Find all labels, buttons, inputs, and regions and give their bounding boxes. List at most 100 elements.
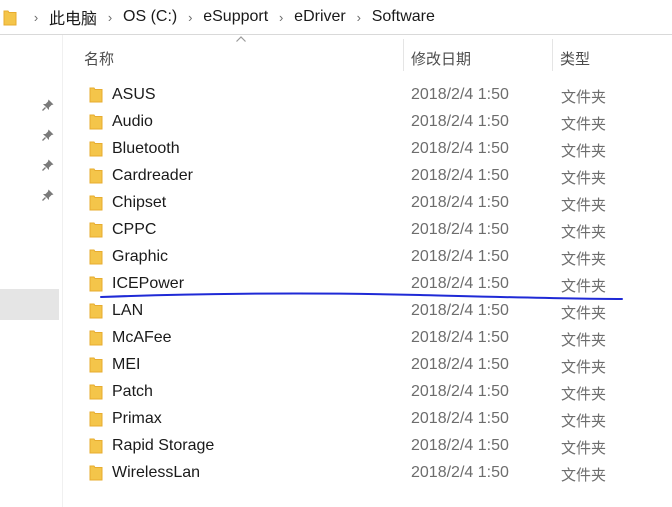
file-name[interactable]: Cardreader [112,167,193,185]
file-type: 文件夹 [561,89,607,106]
file-modified-date: 2018/2/4 1:50 [411,383,509,400]
table-row[interactable]: Cardreader 2018/2/4 1:50 文件夹 [82,162,642,189]
nav-item-selected[interactable] [0,289,59,320]
breadcrumb-item-edriver[interactable]: eDriver [294,8,346,26]
folder-icon [89,168,103,184]
folder-icon [89,114,103,130]
column-divider[interactable] [403,39,404,71]
folder-icon [89,87,103,103]
file-name[interactable]: ICEPower [112,275,184,293]
file-modified-date: 2018/2/4 1:50 [411,302,509,319]
column-header-name[interactable]: 名称 [84,48,114,69]
file-name[interactable]: McAFee [112,329,172,347]
file-type: 文件夹 [561,386,607,403]
file-modified-date: 2018/2/4 1:50 [411,167,509,184]
breadcrumb-item-software[interactable]: Software [372,8,435,26]
navigation-pane[interactable] [0,35,63,507]
file-name[interactable]: Patch [112,383,153,401]
file-modified-date: 2018/2/4 1:50 [411,221,509,238]
file-type: 文件夹 [561,251,607,268]
file-modified-date: 2018/2/4 1:50 [411,194,509,211]
column-header-modified[interactable]: 修改日期 [411,48,471,69]
file-modified-date: 2018/2/4 1:50 [411,329,509,346]
breadcrumb-item-os-drive[interactable]: OS (C:) [123,8,177,26]
file-name[interactable]: Audio [112,113,153,131]
file-name[interactable]: Rapid Storage [112,437,214,455]
chevron-right-icon[interactable]: › [355,10,363,25]
breadcrumb-item-this-pc[interactable]: 此电脑 [49,5,97,29]
table-row[interactable]: CPPC 2018/2/4 1:50 文件夹 [82,216,642,243]
file-type: 文件夹 [561,332,607,349]
column-header-row: 名称 修改日期 类型 [62,35,672,75]
file-name[interactable]: Bluetooth [112,140,180,158]
table-row[interactable]: McAFee 2018/2/4 1:50 文件夹 [82,324,642,351]
file-list: ASUS 2018/2/4 1:50 文件夹 Audio 2018/2/4 1:50 文件… [62,80,672,500]
file-type: 文件夹 [561,116,607,133]
folder-icon [89,357,103,373]
file-modified-date: 2018/2/4 1:50 [411,464,509,481]
pin-icon[interactable] [41,128,55,142]
table-row[interactable]: Graphic 2018/2/4 1:50 文件夹 [82,243,642,270]
file-name[interactable]: Primax [112,410,162,428]
file-type: 文件夹 [561,170,607,187]
file-type: 文件夹 [561,197,607,214]
file-name[interactable]: WirelessLan [112,464,200,482]
file-modified-date: 2018/2/4 1:50 [411,248,509,265]
column-divider[interactable] [552,39,553,71]
table-row[interactable]: Primax 2018/2/4 1:50 文件夹 [82,405,642,432]
pin-icon[interactable] [41,158,55,172]
chevron-right-icon[interactable]: › [32,10,40,25]
table-row[interactable]: Rapid Storage 2018/2/4 1:50 文件夹 [82,432,642,459]
folder-icon [89,276,103,292]
breadcrumb[interactable]: › 此电脑 › OS (C:) › eSupport › eDriver › S… [0,0,672,35]
file-modified-date: 2018/2/4 1:50 [411,356,509,373]
file-modified-date: 2018/2/4 1:50 [411,113,509,130]
file-name[interactable]: CPPC [112,221,156,239]
folder-icon [89,330,103,346]
table-row[interactable]: ASUS 2018/2/4 1:50 文件夹 [82,81,642,108]
file-modified-date: 2018/2/4 1:50 [411,437,509,454]
folder-icon [89,222,103,238]
table-row[interactable]: ICEPower 2018/2/4 1:50 文件夹 [82,270,642,297]
folder-icon [89,195,103,211]
file-type: 文件夹 [561,224,607,241]
folder-icon [89,384,103,400]
breadcrumb-item-esupport[interactable]: eSupport [203,8,268,26]
file-name[interactable]: LAN [112,302,143,320]
file-type: 文件夹 [561,305,607,322]
file-name[interactable]: Chipset [112,194,166,212]
pin-icon[interactable] [41,98,55,112]
file-explorer-window: › 此电脑 › OS (C:) › eSupport › eDriver › S… [0,0,672,507]
file-modified-date: 2018/2/4 1:50 [411,140,509,157]
table-row[interactable]: LAN 2018/2/4 1:50 文件夹 [82,297,642,324]
file-modified-date: 2018/2/4 1:50 [411,275,509,292]
folder-icon [3,10,17,25]
file-type: 文件夹 [561,467,607,484]
file-type: 文件夹 [561,359,607,376]
file-name[interactable]: ASUS [112,86,156,104]
folder-icon [89,249,103,265]
table-row[interactable]: WirelessLan 2018/2/4 1:50 文件夹 [82,459,642,486]
file-modified-date: 2018/2/4 1:50 [411,86,509,103]
file-modified-date: 2018/2/4 1:50 [411,410,509,427]
column-header-type[interactable]: 类型 [560,48,590,69]
chevron-right-icon[interactable]: › [186,10,194,25]
table-row[interactable]: Patch 2018/2/4 1:50 文件夹 [82,378,642,405]
file-name[interactable]: MEI [112,356,140,374]
table-row[interactable]: Bluetooth 2018/2/4 1:50 文件夹 [82,135,642,162]
folder-icon [89,141,103,157]
pin-icon[interactable] [41,188,55,202]
file-type: 文件夹 [561,413,607,430]
table-row[interactable]: MEI 2018/2/4 1:50 文件夹 [82,351,642,378]
file-type: 文件夹 [561,143,607,160]
folder-icon [89,411,103,427]
file-type: 文件夹 [561,440,607,457]
chevron-right-icon[interactable]: › [277,10,285,25]
sort-ascending-icon[interactable] [235,35,247,43]
file-type: 文件夹 [561,278,607,295]
chevron-right-icon[interactable]: › [106,10,114,25]
table-row[interactable]: Audio 2018/2/4 1:50 文件夹 [82,108,642,135]
table-row[interactable]: Chipset 2018/2/4 1:50 文件夹 [82,189,642,216]
file-name[interactable]: Graphic [112,248,168,266]
folder-icon [89,303,103,319]
